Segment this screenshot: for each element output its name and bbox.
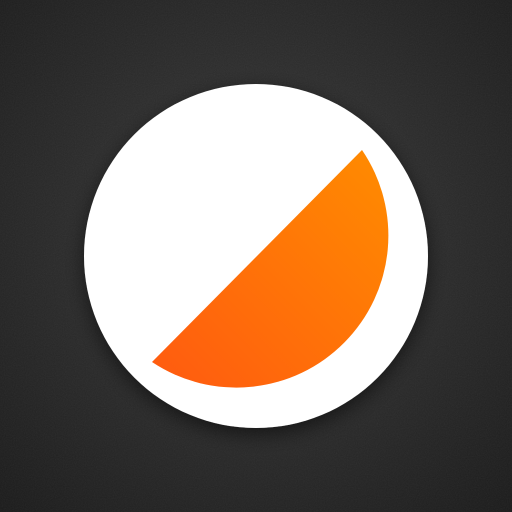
half-circle-icon [0,0,512,512]
app-icon [0,0,512,512]
